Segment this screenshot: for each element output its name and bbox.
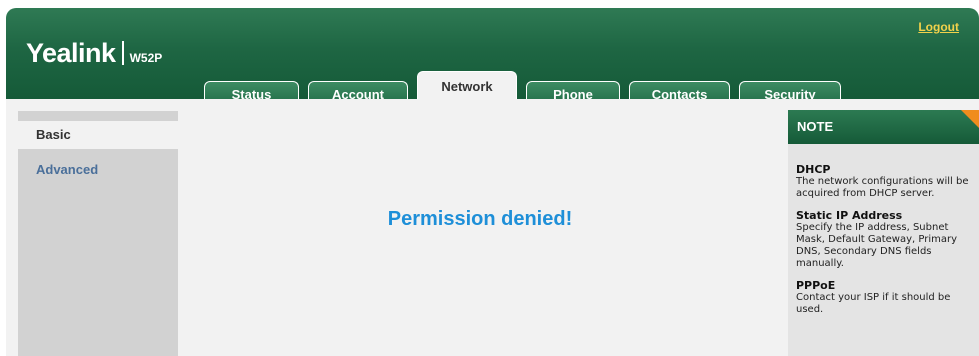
yealink-logo: Yealink W52P bbox=[26, 38, 162, 69]
note-body: DHCP The network configurations will be … bbox=[796, 164, 974, 326]
note-section-static-ip: Static IP Address Specify the IP address… bbox=[796, 210, 974, 270]
note-section-text: Specify the IP address, Subnet Mask, Def… bbox=[796, 222, 958, 269]
note-section-text: The network configurations will be acqui… bbox=[796, 176, 969, 199]
note-header: NOTE bbox=[788, 110, 979, 144]
note-corner-fold-icon bbox=[961, 110, 979, 128]
sidebar: Basic Advanced bbox=[18, 111, 185, 356]
sidebar-item-advanced[interactable]: Advanced bbox=[18, 161, 178, 179]
note-section-title: Static IP Address bbox=[796, 209, 903, 222]
note-section-title: DHCP bbox=[796, 163, 831, 176]
logo-brand-text: Yealink bbox=[26, 38, 116, 68]
logo-model-text: W52P bbox=[129, 51, 163, 65]
sidebar-item-basic[interactable]: Basic bbox=[18, 121, 185, 149]
web-ui-frame: Yealink W52P Logout Status Account Netwo… bbox=[0, 0, 979, 356]
logout-link[interactable]: Logout bbox=[918, 20, 959, 34]
permission-denied-message: Permission denied! bbox=[387, 208, 573, 230]
note-section-dhcp: DHCP The network configurations will be … bbox=[796, 164, 974, 200]
note-section-pppoe: PPPoE Contact your ISP if it should be u… bbox=[796, 280, 974, 316]
logo-divider bbox=[121, 41, 124, 65]
note-panel: NOTE DHCP The network configurations wil… bbox=[788, 110, 979, 356]
top-header: Yealink W52P Logout Status Account Netwo… bbox=[6, 8, 979, 107]
note-section-text: Contact your ISP if it should be used. bbox=[796, 292, 951, 315]
note-section-title: PPPoE bbox=[796, 279, 836, 292]
